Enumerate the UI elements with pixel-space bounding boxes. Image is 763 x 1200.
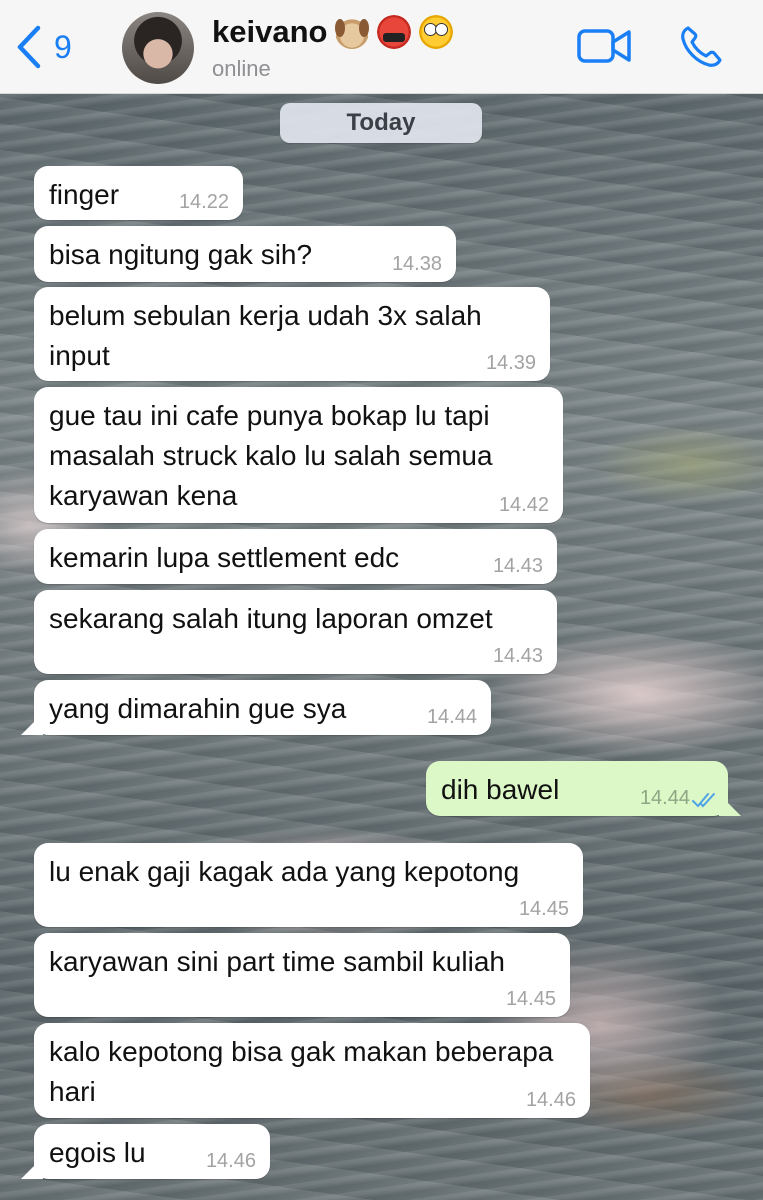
- message-text: sekarang salah itung laporan omzet: [49, 603, 493, 634]
- message-bubble[interactable]: kalo kepotong bisa gak makan beberapa ha…: [34, 1023, 590, 1118]
- message-bubble[interactable]: lu enak gaji kagak ada yang kepotong 14.…: [34, 843, 583, 927]
- message-text: belum sebulan kerja udah 3x salah input: [49, 300, 490, 371]
- contact-name-text: keivano: [212, 14, 328, 49]
- chevron-left-icon: [17, 25, 41, 69]
- message-time: 14.43: [492, 555, 543, 577]
- message-bubble[interactable]: egois lu 14.46: [34, 1124, 270, 1179]
- message-time: 14.22: [178, 191, 229, 213]
- message-text: gue tau ini cafe punya bokap lu tapi mas…: [49, 400, 501, 511]
- message-time: 14.46: [205, 1150, 256, 1172]
- message-bubble[interactable]: karyawan sini part time sambil kuliah 14…: [34, 933, 570, 1017]
- contact-name[interactable]: keivano: [212, 14, 454, 50]
- face-with-symbols-icon: [377, 15, 412, 49]
- message-time: 14.45: [505, 988, 556, 1010]
- read-receipt-icon: [692, 793, 715, 808]
- message-time: 14.44: [639, 787, 690, 809]
- video-call-icon[interactable]: [576, 26, 632, 66]
- message-bubble[interactable]: sekarang salah itung laporan omzet 14.43: [34, 590, 557, 674]
- back-button[interactable]: 9: [14, 22, 84, 72]
- message-text: kemarin lupa settlement edc: [49, 542, 400, 573]
- message-bubble[interactable]: gue tau ini cafe punya bokap lu tapi mas…: [34, 387, 563, 523]
- rolling-eyes-icon: [419, 15, 454, 49]
- message-bubble[interactable]: finger 14.22: [34, 166, 243, 220]
- contact-status: online: [212, 56, 271, 81]
- message-time: 14.42: [498, 494, 549, 516]
- message-bubble[interactable]: belum sebulan kerja udah 3x salah input …: [34, 287, 550, 381]
- message-time: 14.43: [492, 645, 543, 667]
- unread-count: 9: [54, 28, 72, 65]
- message-bubble[interactable]: bisa ngitung gak sih? 14.38: [34, 226, 456, 282]
- message-time: 14.39: [485, 352, 536, 374]
- message-bubble[interactable]: yang dimarahin gue sya 14.44: [34, 680, 491, 735]
- message-text: kalo kepotong bisa gak makan beberapa ha…: [49, 1036, 562, 1107]
- message-bubble-outgoing[interactable]: dih bawel 14.44: [426, 761, 728, 816]
- message-time: 14.38: [391, 253, 442, 275]
- message-text: lu enak gaji kagak ada yang kepotong: [49, 856, 520, 887]
- chat-header: 9 keivano online: [0, 0, 763, 94]
- message-text: yang dimarahin gue sya: [49, 693, 347, 724]
- message-time: 14.46: [525, 1089, 576, 1111]
- avatar[interactable]: [122, 12, 194, 84]
- message-bubble[interactable]: kemarin lupa settlement edc 14.43: [34, 529, 557, 584]
- message-time: 14.45: [518, 898, 569, 920]
- message-time: 14.44: [426, 706, 477, 728]
- dog-face-icon: [335, 15, 370, 49]
- message-text: bisa ngitung gak sih?: [49, 239, 313, 270]
- date-separator: Today: [280, 103, 482, 143]
- message-text: karyawan sini part time sambil kuliah: [49, 946, 505, 977]
- phone-call-icon[interactable]: [678, 24, 724, 70]
